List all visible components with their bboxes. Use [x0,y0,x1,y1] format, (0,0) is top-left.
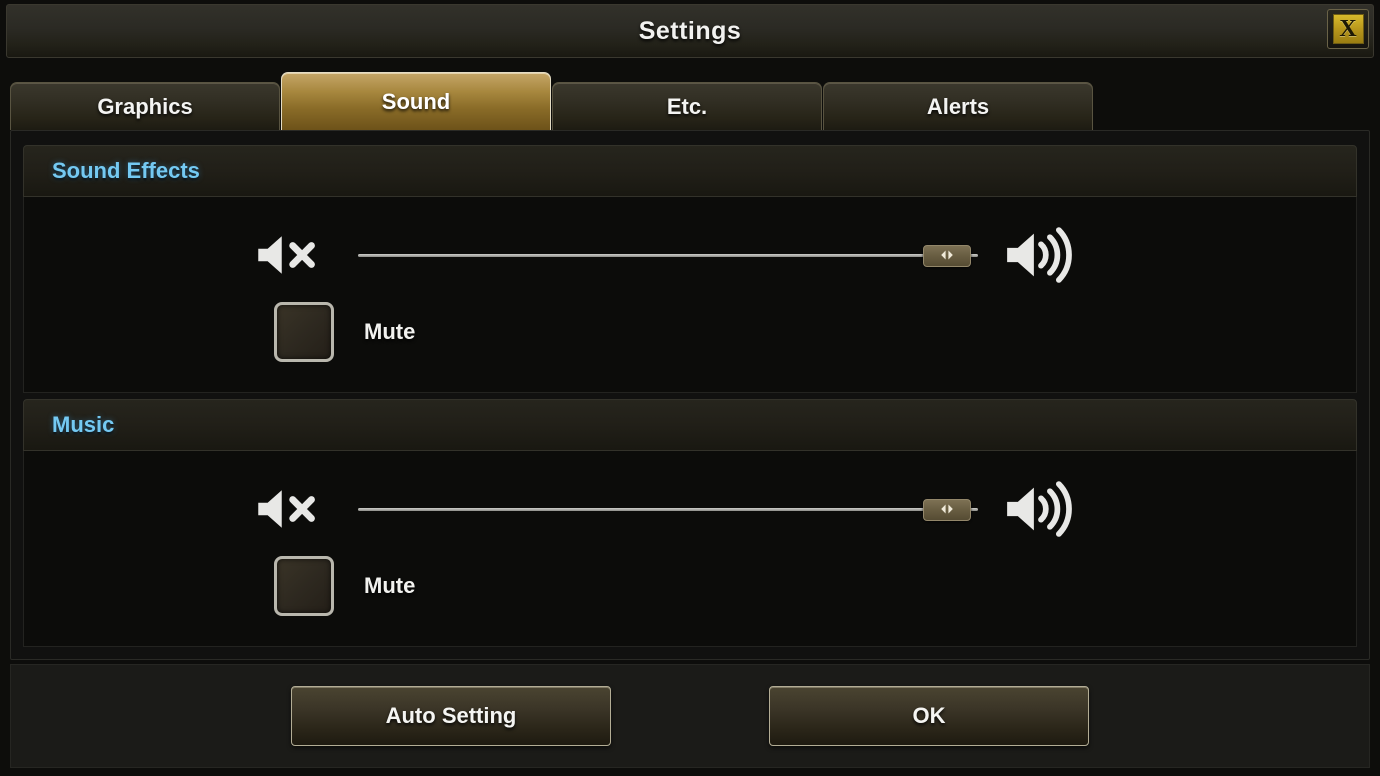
volume-slider-track [358,508,978,511]
footer-bar: Auto Setting OK [10,664,1370,768]
volume-slider-handle[interactable] [923,499,971,521]
volume-slider[interactable] [358,489,978,529]
tab-graphics[interactable]: Graphics [10,82,280,130]
section-title: Music [52,412,115,437]
volume-slider-row [24,215,1356,295]
tab-label: Sound [381,88,451,114]
section-title: Sound Effects [52,158,200,183]
volume-slider[interactable] [358,235,978,275]
auto-setting-label: Auto Setting [385,703,517,728]
section-header-sound-effects: Sound Effects [23,145,1357,197]
tab-bar: Graphics Sound Etc. Alerts [10,72,1110,130]
left-right-arrows-icon [939,503,955,517]
section-body-music: Mute [23,451,1357,647]
tab-label: Alerts [926,93,990,119]
tab-label: Graphics [97,93,193,119]
close-icon-glyph: X [1339,16,1357,42]
left-right-arrows-icon [939,249,955,263]
auto-setting-button[interactable]: Auto Setting [291,686,611,746]
tab-sound[interactable]: Sound [281,72,551,130]
mute-label: Mute [364,319,416,344]
window-titlebar: Settings [6,4,1374,58]
speaker-volume-high-icon[interactable] [1000,224,1086,286]
ok-label: OK [912,703,946,728]
mute-checkbox[interactable] [274,302,334,362]
close-button[interactable]: X [1327,9,1369,49]
page-title: Settings [638,16,742,45]
section-sound-effects: Sound Effects Mute [23,145,1357,393]
speaker-mute-icon[interactable] [252,481,328,537]
section-music: Music Mute [23,399,1357,647]
section-header-music: Music [23,399,1357,451]
mute-label: Mute [364,573,416,598]
tab-etc[interactable]: Etc. [552,82,822,130]
volume-slider-handle[interactable] [923,245,971,267]
close-x-icon: X [1332,14,1364,44]
volume-slider-row [24,469,1356,549]
settings-window: Settings X Graphics Sound Etc. Alerts Sound… [0,0,1380,776]
speaker-mute-icon[interactable] [252,227,328,283]
tab-alerts[interactable]: Alerts [823,82,1093,130]
tab-label: Etc. [666,93,708,119]
ok-button[interactable]: OK [769,686,1089,746]
section-body-sound-effects: Mute [23,197,1357,393]
mute-row: Mute [274,302,415,362]
mute-row: Mute [274,556,415,616]
volume-slider-track [358,254,978,257]
mute-checkbox[interactable] [274,556,334,616]
speaker-volume-high-icon[interactable] [1000,478,1086,540]
settings-content: Sound Effects Mute Music Mute [10,130,1370,660]
